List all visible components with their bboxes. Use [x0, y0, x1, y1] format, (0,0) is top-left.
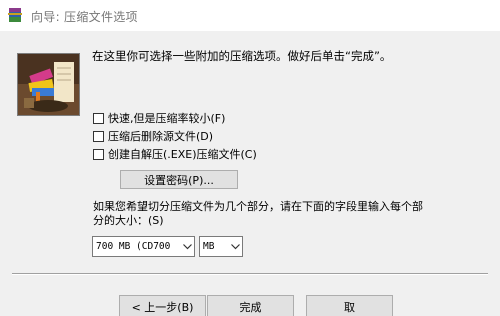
window-title: 向导: 压缩文件选项 — [31, 10, 138, 24]
delete-source-label: 压缩后删除源文件(D) — [108, 130, 214, 143]
volume-size-combo[interactable]: 700 MB (CD700 — [92, 236, 195, 257]
sfx-archive-option[interactable]: 创建自解压(.EXE)压缩文件(C) — [93, 146, 257, 162]
wizard-dialog: 在这里你可选择一些附加的压缩选项。做好后单击“完成”。 快速,但是压缩率较小(F… — [0, 31, 500, 316]
split-volume-label: 如果您希望切分压缩文件为几个部分，请在下面的字段里输入每个部分的大小：(S) — [93, 200, 423, 227]
fast-compression-checkbox[interactable] — [93, 112, 104, 124]
chevron-down-icon[interactable] — [228, 243, 242, 250]
sfx-archive-label: 创建自解压(.EXE)压缩文件(C) — [108, 148, 257, 161]
back-button[interactable]: < 上一步(B) — [119, 295, 206, 316]
divider — [12, 273, 488, 275]
winrar-icon — [7, 7, 23, 23]
fast-compression-option[interactable]: 快速,但是压缩率较小(F) — [93, 110, 225, 126]
volume-unit-value: MB — [203, 241, 215, 252]
winrar-wizard-logo — [17, 53, 80, 116]
delete-source-option[interactable]: 压缩后删除源文件(D) — [93, 128, 213, 144]
title-bar: 向导: 压缩文件选项 — [0, 0, 500, 31]
volume-size-value: 700 MB (CD700 — [96, 241, 171, 252]
delete-source-checkbox[interactable] — [93, 130, 104, 142]
set-password-button[interactable]: 设置密码(P)... — [120, 170, 238, 189]
volume-unit-select[interactable]: MB — [199, 236, 243, 257]
fast-compression-label: 快速,但是压缩率较小(F) — [108, 112, 226, 125]
intro-text: 在这里你可选择一些附加的压缩选项。做好后单击“完成”。 — [92, 49, 392, 63]
chevron-down-icon[interactable] — [180, 243, 194, 250]
cancel-button[interactable]: 取 — [306, 295, 393, 316]
finish-button[interactable]: 完成 — [207, 295, 294, 316]
sfx-archive-checkbox[interactable] — [93, 148, 104, 160]
